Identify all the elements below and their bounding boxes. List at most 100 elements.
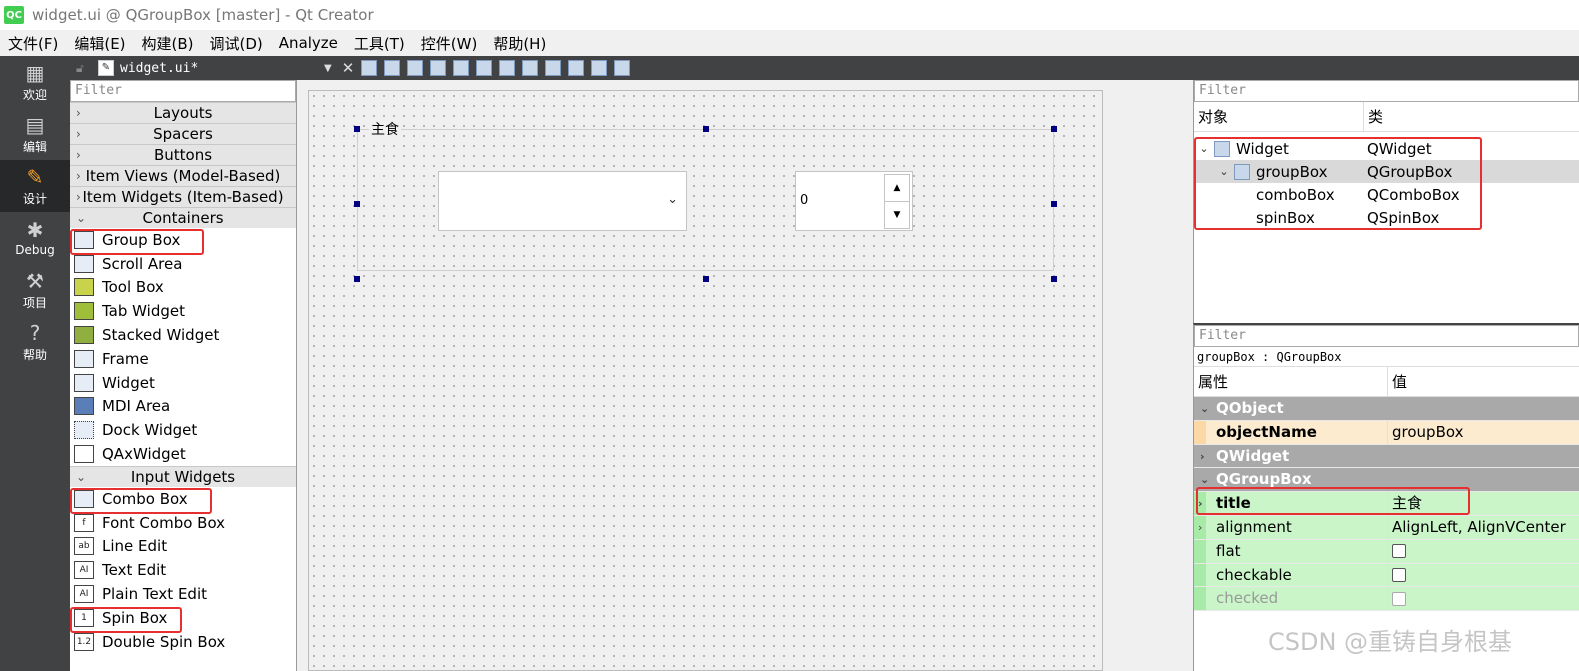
mode-projects[interactable]: ⚒ 项目 [0,264,70,316]
layout-v-splitter-icon[interactable] [522,60,539,76]
widget-combo-box[interactable]: Combo Box [70,487,296,514]
widget-qaxwidget[interactable]: QAxWidget [70,442,296,466]
menu-analyze[interactable]: Analyze [271,34,346,52]
widget-label: Font Combo Box [102,513,226,532]
edit-buddies-icon[interactable] [407,60,424,76]
category-buttons[interactable]: › Buttons [70,144,296,165]
category-layouts[interactable]: › Layouts [70,102,296,123]
prop-checkable[interactable]: checkable [1194,563,1579,588]
checkable-checkbox[interactable] [1392,567,1406,582]
col-value-header[interactable]: 值 [1388,367,1407,397]
widget-group-box[interactable]: Group Box [70,228,296,255]
col-property-header[interactable]: 属性 [1194,367,1388,396]
lock-icon[interactable]: 🔓︎ [76,61,92,76]
section-qwidget[interactable]: › QWidget [1194,444,1579,469]
category-containers[interactable]: ⌄ Containers [70,207,296,228]
widget-tab-widget[interactable]: Tab Widget [70,299,296,323]
layout-h-splitter-icon[interactable] [499,60,516,76]
open-file-name[interactable]: widget.ui* [120,61,320,76]
layout-form-icon[interactable] [545,60,562,76]
selection-handle[interactable] [703,276,709,282]
widget-line-edit[interactable]: ab Line Edit [70,535,296,559]
combo-box-widget[interactable]: ⌄ [438,171,687,231]
group-box-title[interactable]: 主食 [369,119,401,139]
layout-horizontal-icon[interactable] [453,60,470,76]
mode-welcome[interactable]: ▦ 欢迎 [0,56,70,108]
col-object-header[interactable]: 对象 [1194,102,1364,131]
category-input-widgets[interactable]: ⌄ Input Widgets [70,465,296,487]
text-edit-icon: AI [74,561,94,580]
category-item-widgets[interactable]: › Item Widgets (Item-Based) [70,186,296,207]
chevron-down-icon: ⌄ [667,192,678,207]
flat-checkbox[interactable] [1392,544,1406,559]
tree-row-widget[interactable]: ⌄ Widget QWidget [1194,137,1579,160]
edit-tab-order-icon[interactable] [430,60,447,76]
widget-icon [74,373,94,392]
widget-dock-widget[interactable]: Dock Widget [70,418,296,442]
selection-handle[interactable] [1051,201,1057,207]
property-filter-input[interactable]: Filter [1194,325,1579,347]
tree-row-groupbox[interactable]: ⌄ groupBox QGroupBox [1194,160,1579,183]
widgetbox-filter-input[interactable]: Filter [70,80,296,102]
section-qobject[interactable]: ⌄ QObject [1194,397,1579,421]
menu-tools[interactable]: 工具(T) [346,33,413,54]
prop-value[interactable]: 主食 [1388,492,1422,515]
edit-signals-slots-icon[interactable] [384,60,401,76]
category-spacers[interactable]: › Spacers [70,123,296,144]
selection-handle[interactable] [354,126,360,132]
widget-plain-text-edit[interactable]: AI Plain Text Edit [70,582,296,606]
layout-vertical-icon[interactable] [476,60,493,76]
mode-design[interactable]: ✎ 设计 [0,160,70,212]
menu-widgets[interactable]: 控件(W) [413,33,486,54]
menu-file[interactable]: 文件(F) [0,33,66,54]
widget-scroll-area[interactable]: Scroll Area [70,252,296,276]
category-item-views[interactable]: › Item Views (Model-Based) [70,165,296,186]
col-class-header[interactable]: 类 [1364,102,1383,132]
prop-flat[interactable]: flat [1194,539,1579,564]
menu-help[interactable]: 帮助(H) [485,33,554,54]
widget-widget[interactable]: Widget [70,371,296,395]
spin-up-icon[interactable]: ▲ [885,175,909,202]
widget-font-combo-box[interactable]: f Font Combo Box [70,511,296,535]
spin-box-widget[interactable]: 0 ▲ ▼ [795,171,913,231]
prop-value[interactable]: groupBox [1388,421,1463,444]
close-document-icon[interactable]: ✕ [342,59,355,77]
qaxwidget-icon [74,445,94,464]
prop-objectname[interactable]: objectName groupBox [1194,420,1579,445]
selection-handle[interactable] [703,126,709,132]
widget-tool-box[interactable]: Tool Box [70,276,296,300]
form-canvas[interactable]: 主食 ⌄ 0 ▲ ▼ [308,90,1103,671]
widget-stacked-widget[interactable]: Stacked Widget [70,323,296,347]
widget-mdi-area[interactable]: MDI Area [70,395,296,419]
layout-grid-icon[interactable] [568,60,585,76]
menu-build[interactable]: 构建(B) [134,33,202,54]
chevron-down-icon[interactable]: ⌄ [1218,165,1230,178]
widget-spin-box[interactable]: 1 Spin Box [70,606,296,633]
widget-double-spin-box[interactable]: 1.2 Double Spin Box [70,630,296,654]
menu-edit[interactable]: 编辑(E) [66,33,133,54]
tree-row-spinbox[interactable]: spinBox QSpinBox [1194,206,1579,229]
object-filter-input[interactable]: Filter [1194,80,1579,102]
widget-label: Stacked Widget [102,326,220,345]
section-qgroupbox[interactable]: ⌄ QGroupBox [1194,468,1579,493]
break-layout-icon[interactable] [591,60,608,76]
menu-debug[interactable]: 调试(D) [202,33,271,54]
prop-value[interactable]: AlignLeft, AlignVCenter [1388,516,1566,539]
spin-down-icon[interactable]: ▼ [885,202,909,229]
mode-help[interactable]: ? 帮助 [0,316,70,368]
widget-text-edit[interactable]: AI Text Edit [70,558,296,582]
selection-handle[interactable] [354,201,360,207]
chevron-down-icon[interactable]: ⌄ [1198,142,1210,155]
widget-frame[interactable]: Frame [70,347,296,371]
tree-row-combobox[interactable]: comboBox QComboBox [1194,183,1579,206]
prop-title[interactable]: › title 主食 [1194,492,1579,516]
mode-edit[interactable]: ▤ 编辑 [0,108,70,160]
adjust-size-icon[interactable] [614,60,631,76]
selection-handle[interactable] [1051,126,1057,132]
mode-debug[interactable]: ✱ Debug [0,212,70,264]
file-dropdown-icon[interactable]: ▼ [324,63,332,74]
edit-widgets-icon[interactable] [361,60,378,76]
selection-handle[interactable] [1051,276,1057,282]
prop-alignment[interactable]: › alignment AlignLeft, AlignVCenter [1194,515,1579,540]
selection-handle[interactable] [354,276,360,282]
